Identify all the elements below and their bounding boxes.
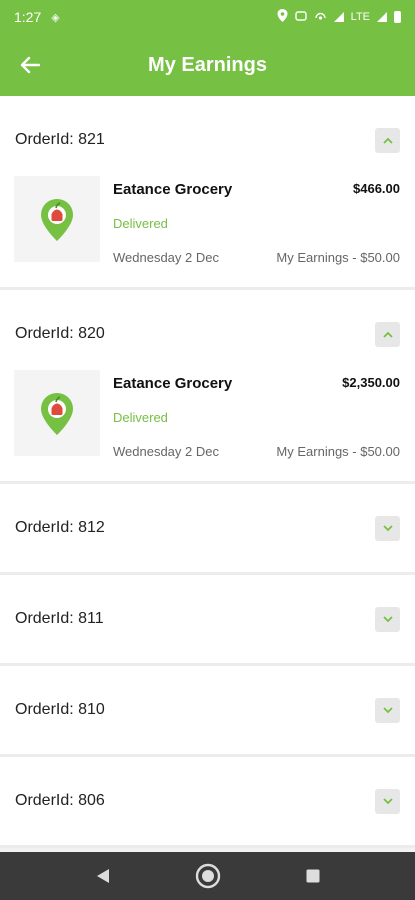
chevron-down-icon <box>382 616 393 623</box>
wifi-call-icon <box>294 10 307 25</box>
order-item[interactable]: Eatance Grocery $2,350.00 Delivered Wedn… <box>0 370 415 481</box>
status-bar: 1:27 ◈ LTE <box>0 0 415 34</box>
order-card: OrderId: 821 Eatance Grocery $466.00 Del… <box>0 96 415 290</box>
expand-button[interactable] <box>375 516 400 541</box>
square-recents-icon <box>306 869 319 883</box>
order-header[interactable]: OrderId: 820 <box>0 290 415 378</box>
order-id: OrderId: 811 <box>15 610 104 627</box>
order-card: OrderId: 820 Eatance Grocery $2,350.00 D… <box>0 290 415 484</box>
store-name: Eatance Grocery <box>113 181 233 198</box>
collapse-button[interactable] <box>375 128 400 153</box>
order-price: $2,350.00 <box>342 375 400 390</box>
earnings-list: OrderId: 821 Eatance Grocery $466.00 Del… <box>0 96 415 848</box>
order-card: OrderId: 811 <box>0 575 415 666</box>
status-icons: LTE <box>277 9 401 25</box>
triangle-back-icon <box>96 869 109 883</box>
signal-icon-2 <box>377 12 387 22</box>
collapse-button[interactable] <box>375 322 400 347</box>
back-button[interactable] <box>0 34 60 96</box>
signal-icon <box>333 12 344 22</box>
order-item[interactable]: Eatance Grocery $466.00 Delivered Wednes… <box>0 176 415 287</box>
order-header[interactable]: OrderId: 810 <box>0 666 415 754</box>
grocery-pin-icon <box>41 393 73 435</box>
system-recents-button[interactable] <box>306 869 320 883</box>
app-bar: My Earnings <box>0 34 415 96</box>
system-home-button[interactable] <box>194 862 222 890</box>
page-title: My Earnings <box>148 53 267 76</box>
order-header[interactable]: OrderId: 811 <box>0 575 415 663</box>
system-nav-bar <box>0 852 415 900</box>
chevron-down-icon <box>382 707 393 714</box>
arrow-left-icon <box>20 56 40 74</box>
order-header[interactable]: OrderId: 821 <box>0 96 415 184</box>
network-type: LTE <box>350 11 370 23</box>
system-back-button[interactable] <box>96 868 110 884</box>
home-circle-icon <box>195 863 220 889</box>
hotspot-icon <box>314 10 327 25</box>
order-id: OrderId: 821 <box>15 131 105 148</box>
order-card: OrderId: 812 <box>0 484 415 575</box>
expand-button[interactable] <box>375 607 400 632</box>
grocery-pin-icon <box>41 199 73 241</box>
order-price: $466.00 <box>353 181 400 196</box>
order-date: Wednesday 2 Dec <box>113 250 219 265</box>
expand-button[interactable] <box>375 698 400 723</box>
order-status: Delivered <box>113 410 168 425</box>
store-name: Eatance Grocery <box>113 375 233 392</box>
chevron-down-icon <box>382 798 393 805</box>
chevron-up-icon <box>382 331 393 338</box>
order-id: OrderId: 820 <box>15 325 105 342</box>
order-status: Delivered <box>113 216 168 231</box>
order-earnings: My Earnings - $50.00 <box>276 444 400 459</box>
notification-icon: ◈ <box>51 11 60 24</box>
order-id: OrderId: 810 <box>15 701 105 718</box>
store-logo <box>14 176 100 262</box>
store-logo <box>14 370 100 456</box>
order-card: OrderId: 810 <box>0 666 415 757</box>
order-header[interactable]: OrderId: 806 <box>0 757 415 845</box>
expand-button[interactable] <box>375 789 400 814</box>
order-header[interactable]: OrderId: 812 <box>0 484 415 572</box>
location-icon <box>277 9 288 25</box>
battery-icon <box>394 11 401 23</box>
chevron-down-icon <box>382 525 393 532</box>
order-earnings: My Earnings - $50.00 <box>276 250 400 265</box>
order-card: OrderId: 806 <box>0 757 415 848</box>
status-time: 1:27 <box>14 9 42 25</box>
order-id: OrderId: 806 <box>15 792 105 809</box>
order-date: Wednesday 2 Dec <box>113 444 219 459</box>
order-id: OrderId: 812 <box>15 519 105 536</box>
chevron-up-icon <box>382 137 393 144</box>
